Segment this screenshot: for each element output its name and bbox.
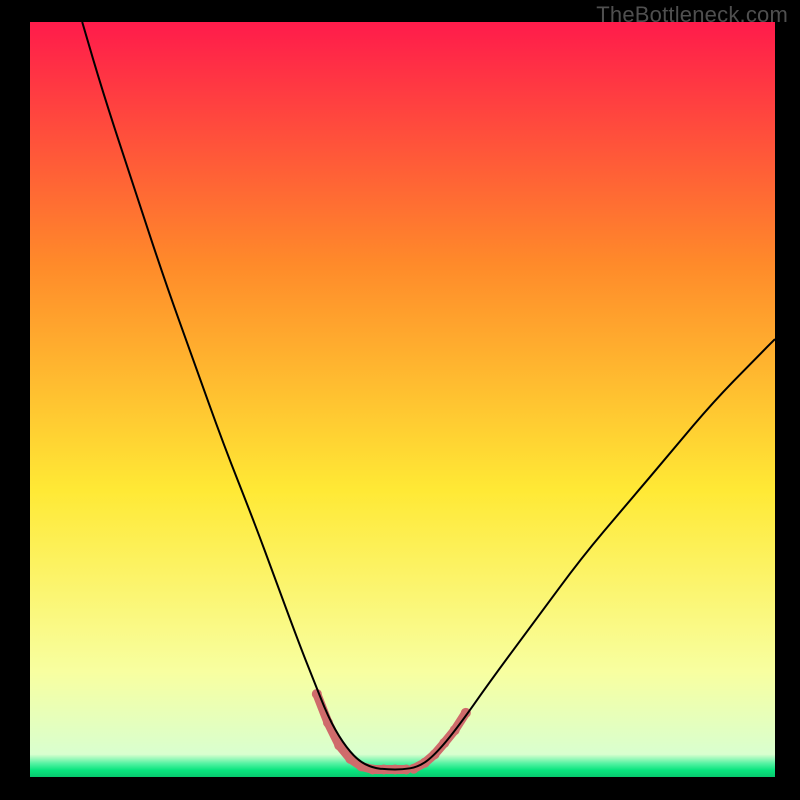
gradient-background <box>30 22 775 777</box>
watermark-label: TheBottleneck.com <box>596 2 788 28</box>
chart-svg <box>30 22 775 777</box>
chart-frame: TheBottleneck.com <box>0 0 800 800</box>
plot-area <box>30 22 775 777</box>
